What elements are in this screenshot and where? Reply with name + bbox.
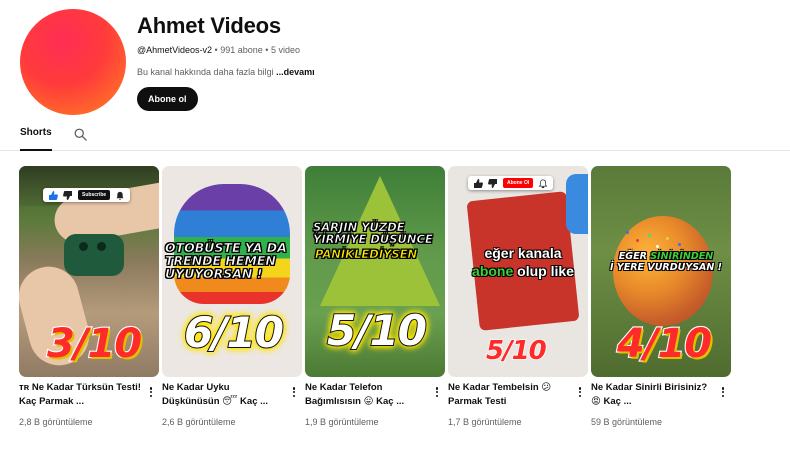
more-options-icon[interactable] xyxy=(290,386,298,400)
meta-separator: • xyxy=(214,45,218,55)
meta-separator: • xyxy=(265,45,269,55)
thumbnail-caption-block: EĞER SİNİRİNDEN İ YERE VURDUYSAN ! xyxy=(601,251,731,273)
like-icon xyxy=(49,190,58,200)
more-options-icon[interactable] xyxy=(147,386,155,400)
short-card[interactable]: ŞARJIN YÜZDE YİRMİYE DÜŞÜNCE PANİKLEDİYS… xyxy=(305,166,445,427)
more-options-icon[interactable] xyxy=(576,386,584,400)
score-label: 6/10 xyxy=(183,307,285,358)
thumbnail-caption: eğer kanala xyxy=(484,245,562,261)
short-title[interactable]: Ne Kadar Uyku Düşkünüsün 😴 Kaç ... xyxy=(162,381,286,409)
view-count: 59 B görüntüleme xyxy=(591,417,663,427)
score-label: 4/10 xyxy=(616,320,713,368)
thumbnail-caption-highlight: abone xyxy=(472,263,514,279)
short-thumbnail[interactable]: Subscribe 3/10 xyxy=(19,166,159,377)
short-card[interactable]: Abone Ol eğer kanala abone olup like 5/1… xyxy=(448,166,588,427)
score-label: 5/10 xyxy=(485,335,547,367)
view-count: 2,8 B görüntüleme xyxy=(19,417,93,427)
score-label: 3/10 xyxy=(46,320,143,368)
thumbnail-caption: İ YERE VURDUYSAN ! xyxy=(610,262,722,273)
video-count: 5 video xyxy=(270,45,300,55)
view-count: 1,9 B görüntüleme xyxy=(305,417,379,427)
thumbnail-caption: olup like xyxy=(517,263,574,279)
short-thumbnail[interactable]: OTOBÜSTE YA DA TRENDE HEMEN UYUYORSAN ! … xyxy=(162,166,302,377)
channel-handle: @AhmetVideos-v2 xyxy=(137,45,213,55)
short-card[interactable]: OTOBÜSTE YA DA TRENDE HEMEN UYUYORSAN ! … xyxy=(162,166,302,427)
channel-meta: @AhmetVideos-v2 • 991 abone • 5 video xyxy=(137,45,300,55)
view-count: 2,6 B görüntüleme xyxy=(162,417,236,427)
thumbnail-caption: EĞER xyxy=(618,251,647,262)
description-text: Bu kanal hakkında daha fazla bilgi xyxy=(137,67,274,77)
thumbnail-caption-highlight: SİNİRİNDEN xyxy=(650,251,714,262)
thumbnail-caption-highlight: PANİKLEDİYSEN xyxy=(315,247,418,261)
bell-icon xyxy=(538,179,548,188)
channel-tabs: Shorts xyxy=(0,120,790,151)
tab-shorts[interactable]: Shorts xyxy=(20,127,52,151)
score-label: 5/10 xyxy=(326,305,428,356)
short-thumbnail[interactable]: EĞER SİNİRİNDEN İ YERE VURDUYSAN ! 4/10 xyxy=(591,166,731,377)
more-options-icon[interactable] xyxy=(719,386,727,400)
short-card[interactable]: EĞER SİNİRİNDEN İ YERE VURDUYSAN ! 4/10 … xyxy=(591,166,731,427)
more-options-icon[interactable] xyxy=(433,386,441,400)
short-title[interactable]: Ne Kadar Tembelsin 😕 Parmak Testi xyxy=(448,381,572,409)
overlay-subscribe-button: Abone Ol xyxy=(503,178,534,188)
short-thumbnail[interactable]: Abone Ol eğer kanala abone olup like 5/1… xyxy=(448,166,588,377)
short-title[interactable]: ᴛʀ Ne Kadar Türksün Testi! Kaç Parmak ..… xyxy=(19,381,143,409)
short-title[interactable]: Ne Kadar Telefon Bağımlısısın 😛 Kaç ... xyxy=(305,381,429,409)
subscriber-count: 991 abone xyxy=(220,45,263,55)
short-thumbnail[interactable]: ŞARJIN YÜZDE YİRMİYE DÜŞÜNCE PANİKLEDİYS… xyxy=(305,166,445,377)
dislike-icon xyxy=(488,178,497,188)
dislike-icon xyxy=(63,190,72,200)
like-subscribe-overlay: Abone Ol xyxy=(468,176,554,190)
short-title[interactable]: Ne Kadar Sinirli Birisiniz? 😡 Kaç ... xyxy=(591,381,715,409)
like-subscribe-overlay: Subscribe xyxy=(43,188,131,202)
channel-name: Ahmet Videos xyxy=(137,13,281,38)
view-count: 1,7 B görüntüleme xyxy=(448,417,522,427)
thumbnail-caption: OTOBÜSTE YA DA TRENDE HEMEN UYUYORSAN ! xyxy=(165,240,287,282)
more-link[interactable]: ...devamı xyxy=(276,67,315,77)
channel-avatar[interactable] xyxy=(20,9,126,115)
like-icon xyxy=(474,178,483,188)
search-icon[interactable] xyxy=(73,127,88,142)
channel-description[interactable]: Bu kanal hakkında daha fazla bilgi ...de… xyxy=(137,67,315,77)
short-card[interactable]: Subscribe 3/10 ᴛʀ Ne Kadar Türksün Testi… xyxy=(19,166,159,427)
thumbnail-caption: ŞARJIN YÜZDE YİRMİYE DÜŞÜNCE xyxy=(313,220,433,247)
bell-icon xyxy=(116,191,124,200)
subscribe-button[interactable]: Abone ol xyxy=(137,87,198,111)
overlay-subscribe-button: Subscribe xyxy=(78,190,111,200)
